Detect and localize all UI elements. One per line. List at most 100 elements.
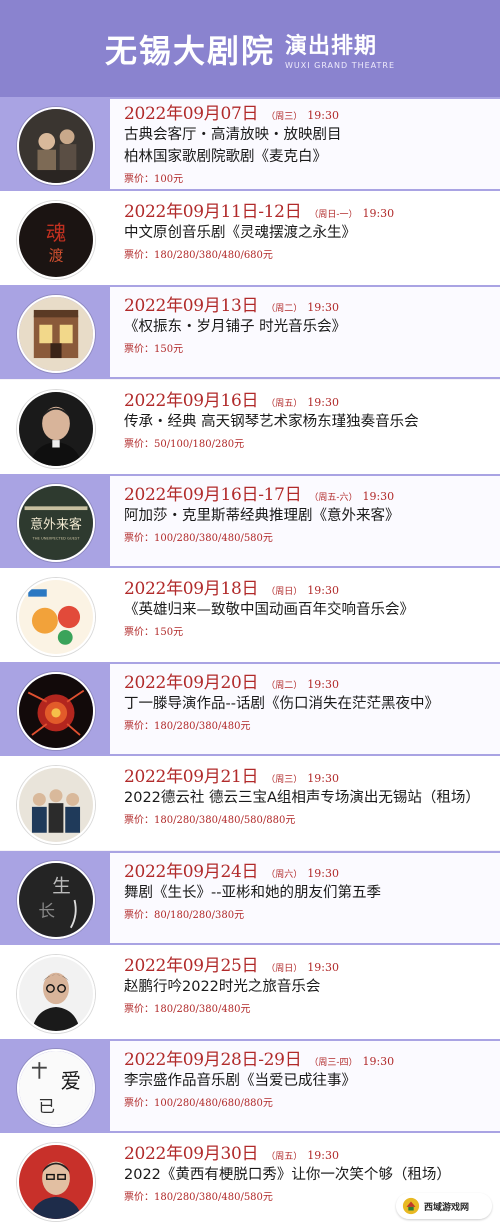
english-title: WUXI GRAND THEATRE — [284, 60, 396, 70]
event-row[interactable]: 2022年09月07日 （周三） 19:30 古典会客厅・高清放映・放映剧目 柏林国家歌… — [0, 97, 500, 191]
event-time: 19:30 — [362, 1055, 395, 1068]
ticket-price: 票价：80/180/280/380元 — [124, 909, 245, 921]
svg-text:长: 长 — [38, 901, 55, 920]
event-date: 2022年09月24日 — [124, 861, 259, 882]
event-weekday: （周五） — [266, 1152, 303, 1163]
event-weekday: （周日） — [266, 963, 303, 974]
title-side: 演出排期 WUXI GRAND THEATRE — [285, 28, 395, 70]
ticket-price: 票价：100元 — [124, 174, 184, 185]
event-time: 19:30 — [307, 301, 339, 315]
event-info: 2022年09月07日 （周三） 19:30 古典会客厅・高清放映・放映剧目 柏林国家歌… — [124, 99, 492, 185]
page-header: 无锡大剧院 演出排期 WUXI GRAND THEATRE — [0, 0, 500, 97]
ticket-price: 票价：100/280/480/680/880元 — [124, 1098, 273, 1109]
event-row[interactable]: 2022年09月21日 （周三） 19:30 2022德云社 德云三宝A组相声专场演出… — [0, 756, 500, 851]
event-title-line: 阿加莎・克里斯蒂经典推理剧《意外来客》 — [124, 507, 400, 524]
event-title-line: 《英雄归来—致敬中国动画百年交响音乐会》 — [124, 602, 414, 618]
event-title-line: 中文原创音乐剧《灵魂摆渡之永生》 — [124, 225, 356, 242]
calligraphy-poster-icon[interactable]: 爱已 — [17, 1049, 95, 1127]
ferry-poster-icon[interactable]: 魂渡 — [17, 201, 95, 280]
event-time: 19:30 — [307, 866, 339, 880]
date-line: 2022年09月16日-17日 （周五-六） 19:30 — [124, 480, 492, 505]
svg-text:意外来客: 意外来客 — [30, 516, 82, 532]
opera-scene-icon[interactable] — [17, 107, 95, 185]
shop-facade-icon[interactable] — [17, 295, 95, 374]
header-inner: 无锡大剧院 演出排期 WUXI GRAND THEATRE — [105, 26, 395, 72]
event-time: 19:30 — [307, 960, 339, 974]
event-row[interactable]: 意外来客 THE UNEXPECTED GUEST 2022年09月16日-17日 （… — [0, 473, 500, 568]
ticket-price: 票价：180/280/380/480元 — [124, 1003, 251, 1015]
event-title-line: 柏林国家歌剧院歌剧《麦克白》 — [124, 149, 327, 165]
theatre-title: 无锡大剧院 — [104, 31, 275, 70]
ticket-price: 票价：150元 — [124, 627, 184, 638]
event-title-line: 丁一滕导演作品--话剧《伤口消失在茫茫黑夜中》 — [124, 696, 439, 713]
ticket-price: 票价：100/280/380/480/580元 — [124, 532, 273, 544]
stage-poster-icon[interactable]: 意外来客 THE UNEXPECTED GUEST — [17, 483, 95, 562]
svg-text:THE UNEXPECTED GUEST: THE UNEXPECTED GUEST — [31, 536, 80, 540]
event-info: 2022年09月11日-12日 （周日-一） 19:30 中文原创音乐剧《灵魂摆渡之永… — [124, 197, 492, 261]
event-weekday: （周六） — [266, 869, 303, 880]
event-date: 2022年09月07日 — [124, 104, 259, 124]
event-info: 2022年09月21日 （周三） 19:30 2022德云社 德云三宝A组相声专场演出… — [124, 762, 492, 826]
event-time: 19:30 — [362, 207, 395, 221]
singer-portrait-icon[interactable] — [17, 954, 95, 1033]
site-watermark: 西域游戏网 — [396, 1193, 492, 1219]
svg-text:已: 已 — [38, 1097, 55, 1116]
ticket-price: 票价：50/100/180/280元 — [124, 438, 245, 450]
comedian-portrait-icon[interactable] — [17, 1143, 95, 1222]
event-row[interactable]: 2022年09月18日 （周日） 19:30 《英雄归来—致敬中国动画百年交响音乐会》… — [0, 568, 500, 662]
event-weekday: （周日-一） — [309, 210, 358, 221]
event-row[interactable]: 2022年09月25日 （周日） 19:30 赵鹏行吟2022时光之旅音乐会 票价：18… — [0, 944, 500, 1039]
event-title-line: 舞剧《生长》--亚彬和她的朋友们第五季 — [124, 884, 381, 901]
event-date: 2022年09月18日 — [124, 579, 259, 599]
event-weekday: （周五-六） — [309, 492, 358, 503]
event-row[interactable]: 生长 2022年09月24日 （周六） 19:30 舞剧《生长》--亚彬和她的朋友们第五… — [0, 850, 500, 945]
event-info: 2022年09月24日 （周六） 19:30 舞剧《生长》--亚彬和她的朋友们第五季票… — [124, 857, 492, 921]
event-weekday: （周二） — [266, 304, 303, 315]
event-info: 2022年09月25日 （周日） 19:30 赵鹏行吟2022时光之旅音乐会 票价：18… — [124, 951, 492, 1015]
red-explosion-icon[interactable] — [17, 672, 95, 751]
date-line: 2022年09月20日 （周二） 19:30 — [124, 668, 492, 693]
svg-text:魂: 魂 — [46, 221, 66, 245]
date-line: 2022年09月16日 （周五） 19:30 — [124, 386, 492, 411]
event-time: 19:30 — [307, 678, 339, 692]
date-line: 2022年09月07日 （周三） 19:30 — [124, 99, 492, 124]
watermark-logo-icon — [402, 1197, 420, 1215]
event-time: 19:30 — [307, 584, 339, 597]
event-time: 19:30 — [307, 395, 339, 409]
svg-text:生: 生 — [52, 876, 71, 897]
event-row[interactable]: 爱已 2022年09月28日-29日 （周三-四） 19:30 李宗盛作品音乐剧《当爱已… — [0, 1039, 500, 1133]
event-title-line: 古典会客厅・高清放映・放映剧目 — [124, 127, 342, 143]
event-date: 2022年09月30日 — [124, 1144, 259, 1165]
svg-text:渡: 渡 — [49, 248, 64, 265]
event-date: 2022年09月20日 — [124, 673, 259, 694]
event-date: 2022年09月21日 — [124, 767, 259, 788]
date-line: 2022年09月28日-29日 （周三-四） 19:30 — [124, 1045, 492, 1070]
event-date: 2022年09月11日-12日 — [124, 202, 302, 223]
event-list: 2022年09月07日 （周三） 19:30 古典会客厅・高清放映・放映剧目 柏林国家歌… — [0, 97, 500, 1225]
event-row[interactable]: 2022年09月20日 （周二） 19:30 丁一滕导演作品--话剧《伤口消失在茫茫黑… — [0, 662, 500, 757]
event-info: 2022年09月16日-17日 （周五-六） 19:30 阿加莎・克里斯蒂经典推理剧《… — [124, 480, 492, 544]
event-info: 2022年09月18日 （周日） 19:30 《英雄归来—致敬中国动画百年交响音乐会》… — [124, 574, 492, 638]
date-line: 2022年09月30日 （周五） 19:30 — [124, 1139, 492, 1164]
event-title-line: 传承・经典 高天钢琴艺术家杨东瑾独奏音乐会 — [124, 413, 419, 430]
event-weekday: （周日） — [266, 587, 303, 597]
event-row[interactable]: 2022年09月13日 （周二） 19:30 《权振东・岁月铺子 时光音乐会》 票价：1… — [0, 285, 500, 380]
event-title-line: 赵鹏行吟2022时光之旅音乐会 — [124, 978, 321, 995]
crosstalk-group-icon[interactable] — [17, 766, 95, 845]
event-title-line: 2022《黄西有梗脱口秀》让你一次笑个够（租场） — [124, 1167, 451, 1184]
date-line: 2022年09月21日 （周三） 19:30 — [124, 762, 492, 787]
event-weekday: （周三） — [266, 775, 303, 786]
event-title-line: 李宗盛作品音乐剧《当爱已成往事》 — [124, 1073, 356, 1089]
pianist-portrait-icon[interactable] — [17, 389, 95, 468]
event-row[interactable]: 2022年09月16日 （周五） 19:30 传承・经典 高天钢琴艺术家杨东瑾独奏音乐… — [0, 379, 500, 474]
animation-poster-icon[interactable] — [17, 578, 95, 656]
schedule-subtitle: 演出排期 — [284, 33, 377, 59]
event-date: 2022年09月28日-29日 — [124, 1050, 302, 1070]
event-weekday: （周三-四） — [309, 1058, 358, 1068]
date-line: 2022年09月25日 （周日） 19:30 — [124, 951, 492, 976]
event-weekday: （周五） — [266, 398, 303, 409]
event-weekday: （周二） — [266, 681, 303, 692]
event-row[interactable]: 魂渡 2022年09月11日-12日 （周日-一） 19:30 中文原创音乐剧《灵魂摆渡… — [0, 191, 500, 286]
event-title-line: 2022德云社 德云三宝A组相声专场演出无锡站（租场） — [124, 790, 480, 807]
dance-poster-icon[interactable]: 生长 — [17, 860, 95, 939]
